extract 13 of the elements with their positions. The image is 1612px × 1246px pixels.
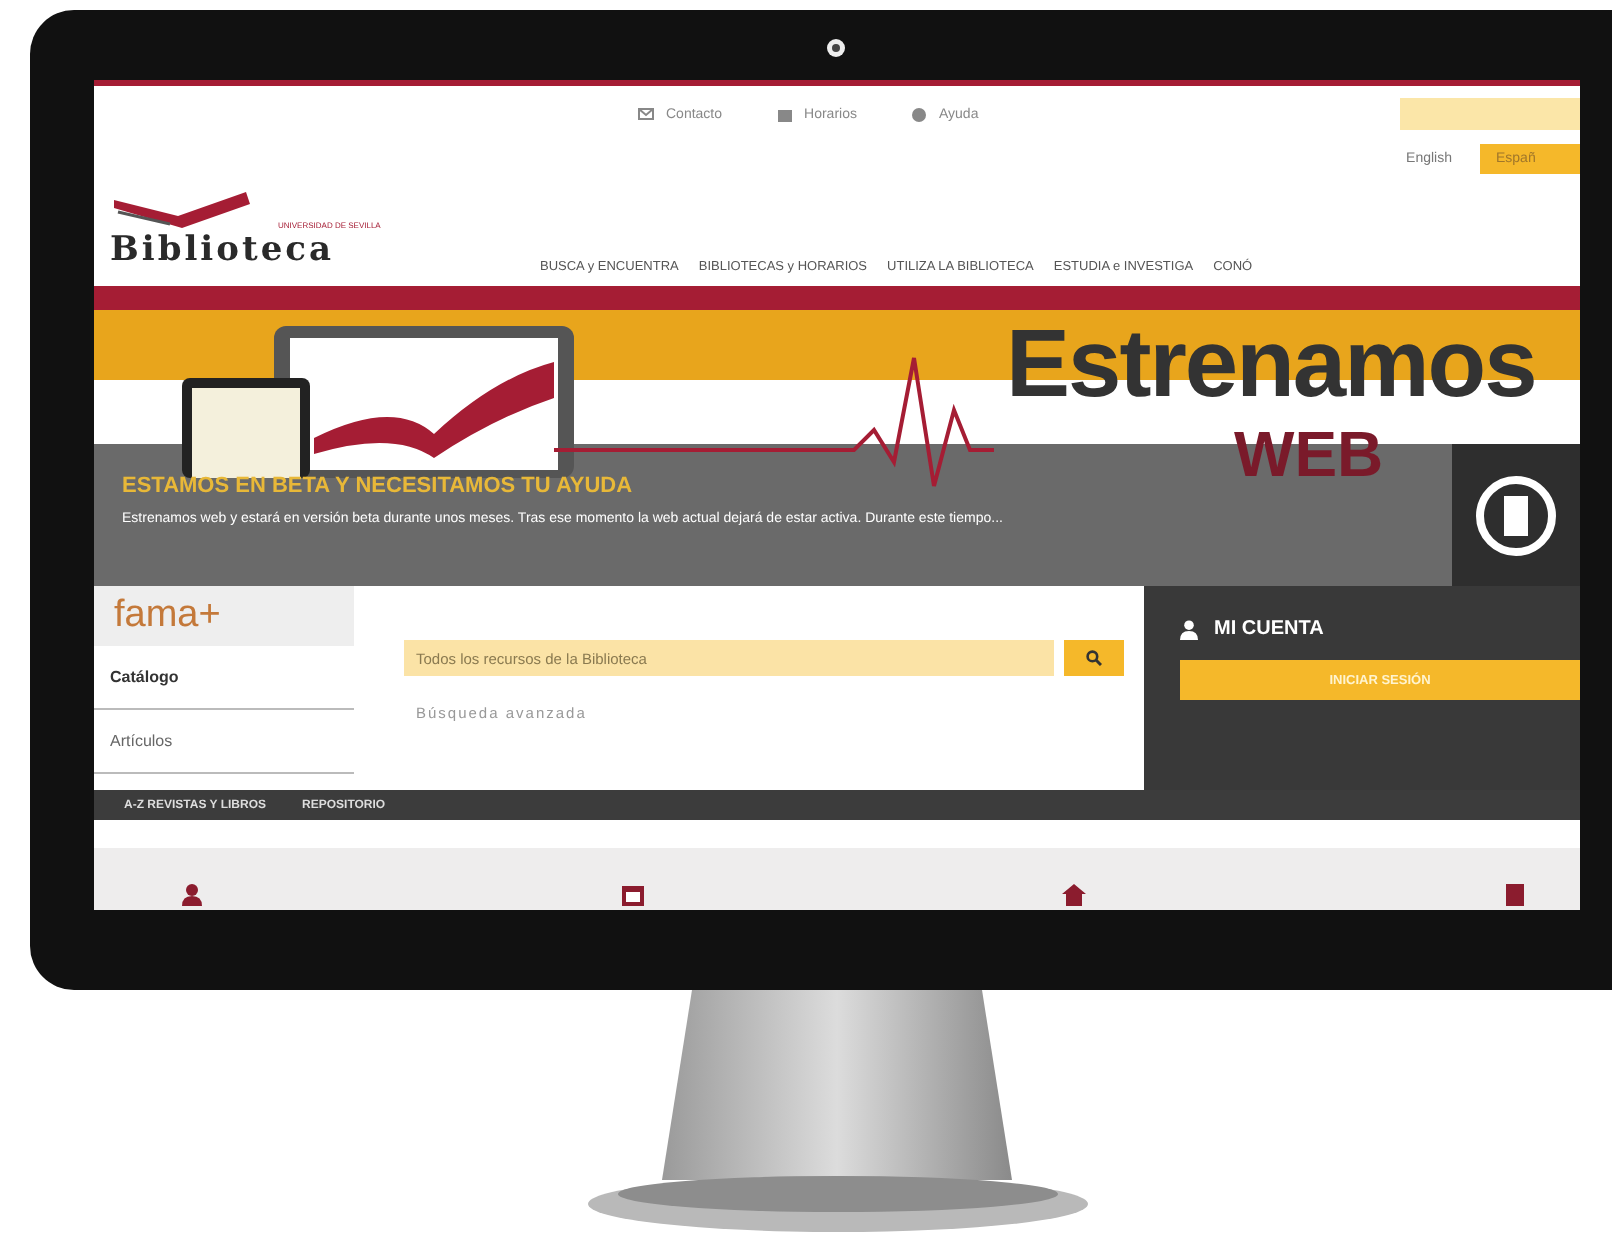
search-button[interactable] [1064, 640, 1124, 676]
home-icon[interactable] [1062, 884, 1087, 906]
user-icon [1180, 619, 1198, 639]
camera-icon [826, 38, 846, 58]
search-icon [1086, 650, 1102, 666]
account-title: MI CUENTA [1214, 618, 1324, 640]
search-field[interactable] [1400, 98, 1580, 130]
fama-logo: fama+ [94, 586, 354, 646]
help-icon [912, 107, 927, 121]
logo-title: Biblioteca [110, 230, 337, 270]
person-icon[interactable] [182, 884, 202, 906]
notice-title: ESTAMOS EN BETA Y NECESITAMOS TU AYUDA [122, 474, 633, 498]
mail-icon [638, 108, 654, 120]
